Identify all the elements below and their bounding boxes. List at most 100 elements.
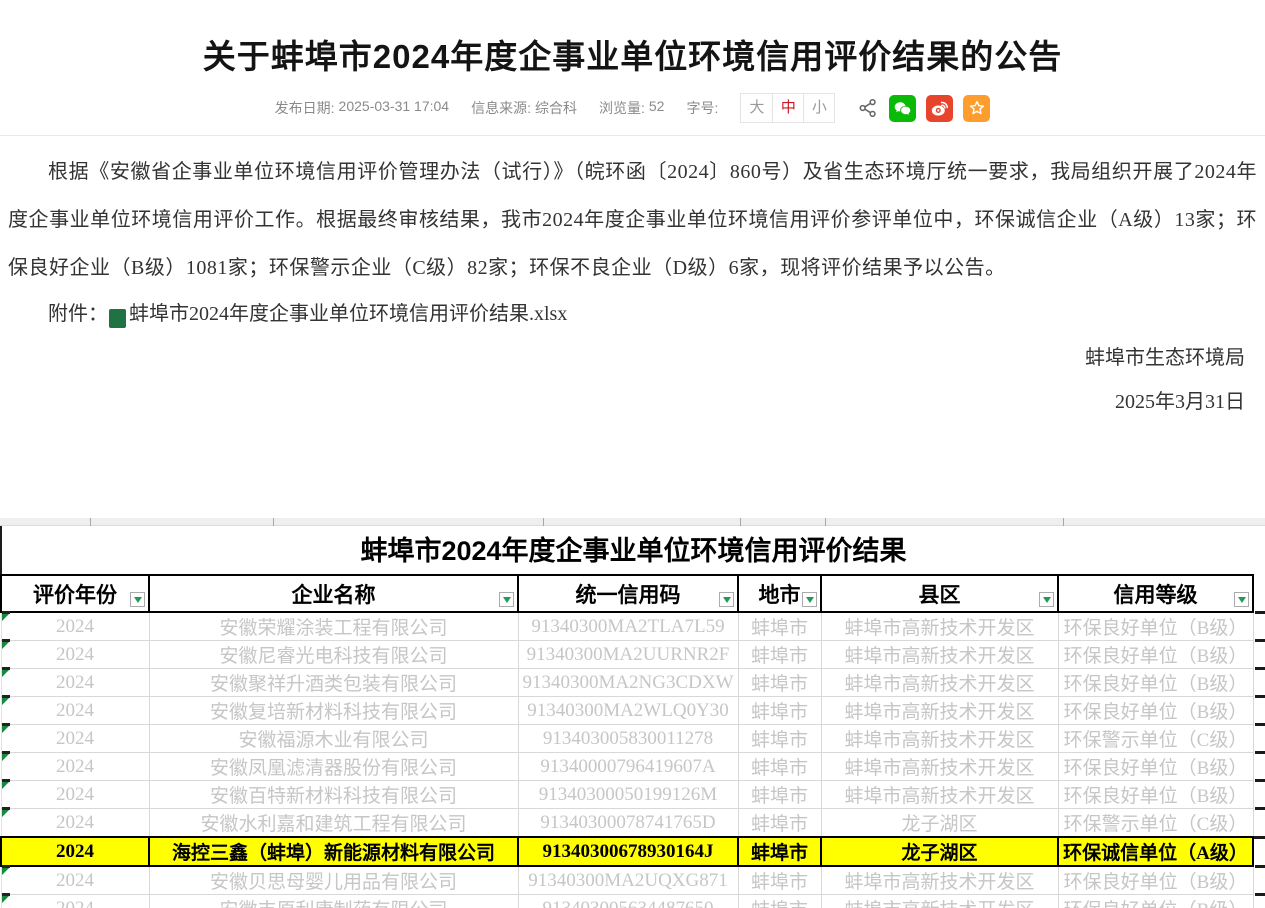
cell-credit_code[interactable]: 91340000796419607A bbox=[518, 753, 738, 781]
excel-file-icon: X bbox=[109, 309, 126, 328]
filter-dropdown-icon-credit_code[interactable] bbox=[719, 592, 734, 607]
cell-city[interactable]: 蚌埠市 bbox=[738, 866, 821, 895]
cell-county[interactable]: 蚌埠市高新技术开发区 bbox=[821, 641, 1058, 669]
attachment-link[interactable]: 蚌埠市2024年度企事业单位环境信用评价结果.xlsx bbox=[129, 303, 567, 325]
cell-grade[interactable]: 环保诚信单位（A级） bbox=[1058, 837, 1253, 866]
column-label: 地市 bbox=[759, 584, 801, 607]
cell-grade[interactable]: 环保良好单位（B级） bbox=[1058, 781, 1253, 809]
filter-dropdown-icon-county[interactable] bbox=[1039, 592, 1054, 607]
column-header-grade: 信用等级 bbox=[1058, 575, 1253, 612]
cell-company[interactable]: 安徽凤凰滤清器股份有限公司 bbox=[149, 753, 518, 781]
cell-credit_code[interactable]: 913403005830011278 bbox=[518, 725, 738, 753]
share-buttons bbox=[857, 95, 990, 122]
cell-company[interactable]: 安徽百特新材料科技有限公司 bbox=[149, 781, 518, 809]
cell-company[interactable]: 安徽复培新材料科技有限公司 bbox=[149, 697, 518, 725]
cell-city[interactable]: 蚌埠市 bbox=[738, 781, 821, 809]
cell-year[interactable]: 2024 bbox=[1, 781, 149, 809]
font-size-small-button[interactable]: 小 bbox=[803, 94, 834, 122]
cell-company[interactable]: 安徽荣耀涂装工程有限公司 bbox=[149, 612, 518, 641]
cell-company[interactable]: 安徽丰原利康制药有限公司 bbox=[149, 895, 518, 908]
filter-dropdown-icon-year[interactable] bbox=[130, 592, 145, 607]
cell-year[interactable]: 2024 bbox=[1, 641, 149, 669]
cell-company[interactable]: 安徽聚祥升酒类包装有限公司 bbox=[149, 669, 518, 697]
cell-city[interactable]: 蚌埠市 bbox=[738, 809, 821, 838]
cell-city[interactable]: 蚌埠市 bbox=[738, 837, 821, 866]
cell-year[interactable]: 2024 bbox=[1, 809, 149, 838]
cell-county[interactable]: 蚌埠市高新技术开发区 bbox=[821, 612, 1058, 641]
cell-county[interactable]: 蚌埠市高新技术开发区 bbox=[821, 753, 1058, 781]
cell-credit_code[interactable]: 91340300MA2TLA7L59 bbox=[518, 612, 738, 641]
cell-year[interactable]: 2024 bbox=[1, 753, 149, 781]
cell-year[interactable]: 2024 bbox=[1, 612, 149, 641]
cell-company[interactable]: 安徽福源木业有限公司 bbox=[149, 725, 518, 753]
cell-county[interactable]: 龙子湖区 bbox=[821, 837, 1058, 866]
cell-company[interactable]: 海控三鑫（蚌埠）新能源材料有限公司 bbox=[149, 837, 518, 866]
cell-grade[interactable]: 环保警示单位（C级） bbox=[1058, 809, 1253, 838]
table-row: 2024安徽丰原利康制药有限公司913403005634487650蚌埠市蚌埠市… bbox=[1, 895, 1253, 908]
cell-city[interactable]: 蚌埠市 bbox=[738, 895, 821, 908]
cell-credit_code[interactable]: 91340300MA2NG3CDXW bbox=[518, 669, 738, 697]
cell-credit_code[interactable]: 91340300MA2UURNR2F bbox=[518, 641, 738, 669]
favorite-star-icon[interactable] bbox=[963, 95, 990, 122]
cell-grade[interactable]: 环保良好单位（B级） bbox=[1058, 612, 1253, 641]
column-header-company: 企业名称 bbox=[149, 575, 518, 612]
font-size-large-button[interactable]: 大 bbox=[741, 94, 772, 122]
cell-grade[interactable]: 环保良好单位（B级） bbox=[1058, 641, 1253, 669]
share-icon[interactable] bbox=[857, 97, 879, 119]
cell-year[interactable]: 2024 bbox=[1, 837, 149, 866]
cell-credit_code[interactable]: 91340300678930164J bbox=[518, 837, 738, 866]
cell-company[interactable]: 安徽尼睿光电科技有限公司 bbox=[149, 641, 518, 669]
cell-county[interactable]: 龙子湖区 bbox=[821, 809, 1058, 838]
table-row: 2024安徽凤凰滤清器股份有限公司91340000796419607A蚌埠市蚌埠… bbox=[1, 753, 1253, 781]
cell-grade[interactable]: 环保良好单位（B级） bbox=[1058, 753, 1253, 781]
filter-dropdown-icon-grade[interactable] bbox=[1234, 592, 1249, 607]
cell-city[interactable]: 蚌埠市 bbox=[738, 612, 821, 641]
cell-credit_code[interactable]: 91340300050199126M bbox=[518, 781, 738, 809]
cell-city[interactable]: 蚌埠市 bbox=[738, 669, 821, 697]
publish-date: 发布日期:2025-03-31 17:04 bbox=[275, 98, 449, 118]
cell-grade[interactable]: 环保良好单位（B级） bbox=[1058, 866, 1253, 895]
cell-credit_code[interactable]: 91340300MA2WLQ0Y30 bbox=[518, 697, 738, 725]
weibo-icon[interactable] bbox=[926, 95, 953, 122]
column-label: 县区 bbox=[919, 584, 961, 607]
cell-year[interactable]: 2024 bbox=[1, 725, 149, 753]
cell-grade[interactable]: 环保警示单位（C级） bbox=[1058, 725, 1253, 753]
filter-dropdown-icon-city[interactable] bbox=[802, 592, 817, 607]
results-spreadsheet: 蚌埠市2024年度企事业单位环境信用评价结果 评价年份企业名称统一信用码地市县区… bbox=[0, 518, 1265, 908]
cell-year[interactable]: 2024 bbox=[1, 669, 149, 697]
table-row: 2024安徽百特新材料科技有限公司91340300050199126M蚌埠市蚌埠… bbox=[1, 781, 1253, 809]
cell-year[interactable]: 2024 bbox=[1, 697, 149, 725]
cell-credit_code[interactable]: 91340300078741765D bbox=[518, 809, 738, 838]
cell-county[interactable]: 蚌埠市高新技术开发区 bbox=[821, 697, 1058, 725]
cell-grade[interactable]: 环保良好单位（B级） bbox=[1058, 669, 1253, 697]
cell-credit_code[interactable]: 91340300MA2UQXG871 bbox=[518, 866, 738, 895]
column-label: 统一信用码 bbox=[576, 584, 681, 607]
fontsize-label: 字号: bbox=[686, 98, 718, 118]
cell-year[interactable]: 2024 bbox=[1, 866, 149, 895]
column-label: 评价年份 bbox=[33, 584, 117, 607]
cell-county[interactable]: 蚌埠市高新技术开发区 bbox=[821, 669, 1058, 697]
cell-grade[interactable]: 环保良好单位（B级） bbox=[1058, 895, 1253, 908]
cell-company[interactable]: 安徽水利嘉和建筑工程有限公司 bbox=[149, 809, 518, 838]
cell-credit_code[interactable]: 913403005634487650 bbox=[518, 895, 738, 908]
cell-city[interactable]: 蚌埠市 bbox=[738, 641, 821, 669]
cell-county[interactable]: 蚌埠市高新技术开发区 bbox=[821, 725, 1058, 753]
cell-county[interactable]: 蚌埠市高新技术开发区 bbox=[821, 895, 1058, 908]
cell-city[interactable]: 蚌埠市 bbox=[738, 697, 821, 725]
column-header-year: 评价年份 bbox=[1, 575, 149, 612]
cell-company[interactable]: 安徽贝思母婴儿用品有限公司 bbox=[149, 866, 518, 895]
column-label: 企业名称 bbox=[292, 584, 376, 607]
cell-grade[interactable]: 环保良好单位（B级） bbox=[1058, 697, 1253, 725]
cell-city[interactable]: 蚌埠市 bbox=[738, 725, 821, 753]
article-body: 根据《安徽省企事业单位环境信用评价管理办法（试行）》（皖环函〔2024〕860号… bbox=[0, 136, 1265, 424]
info-source: 信息来源:综合科 bbox=[471, 98, 577, 118]
announcement-paragraph: 根据《安徽省企事业单位环境信用评价管理办法（试行）》（皖环函〔2024〕860号… bbox=[8, 148, 1257, 292]
wechat-icon[interactable] bbox=[889, 95, 916, 122]
page-title: 关于蚌埠市2024年度企事业单位环境信用评价结果的公告 bbox=[0, 30, 1265, 78]
font-size-medium-button[interactable]: 中 bbox=[772, 94, 803, 122]
filter-dropdown-icon-company[interactable] bbox=[499, 592, 514, 607]
cell-city[interactable]: 蚌埠市 bbox=[738, 753, 821, 781]
cell-year[interactable]: 2024 bbox=[1, 895, 149, 908]
cell-county[interactable]: 蚌埠市高新技术开发区 bbox=[821, 866, 1058, 895]
cell-county[interactable]: 蚌埠市高新技术开发区 bbox=[821, 781, 1058, 809]
